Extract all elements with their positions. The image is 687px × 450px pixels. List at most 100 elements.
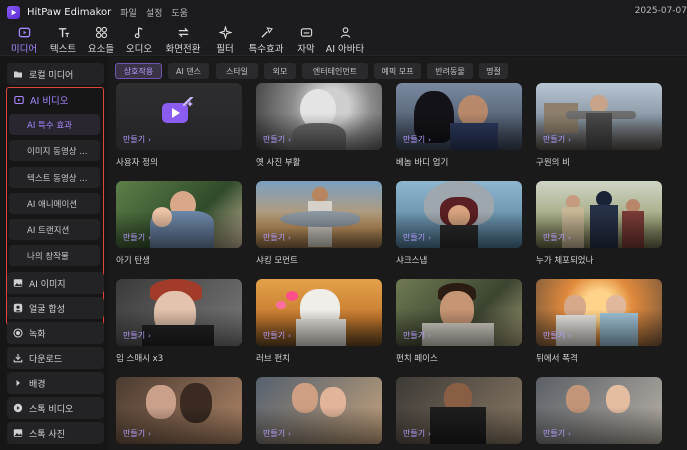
category-chip-pets[interactable]: 반려동물 <box>427 63 473 79</box>
category-chip-epic-morph[interactable]: 예픽 모프 <box>374 63 421 79</box>
sidebar-item-label: 스톡 사진 <box>29 429 65 440</box>
tool-elements[interactable]: 요소들 <box>82 24 120 56</box>
sidebar-item-image-to-video[interactable]: 이미지 동영상 ... <box>9 140 100 161</box>
card-thumbnail: 만들기 › <box>256 181 382 248</box>
make-label: 만들기 <box>263 233 286 242</box>
sidebar-item-my-creations[interactable]: 나의 창작물 <box>9 245 100 266</box>
effect-card-who-is-arrested[interactable]: 만들기 › 누가 체포되었나 <box>536 181 662 266</box>
tool-effects[interactable]: 특수효과 <box>242 24 290 56</box>
effect-card-venom-body[interactable]: 만들기 › 베놈 바디 업기 <box>396 83 522 168</box>
card-thumbnail: 만들기 › <box>536 83 662 150</box>
sidebar-item-label: AI 비디오 <box>30 96 69 107</box>
stock-photo-icon <box>13 428 23 438</box>
tool-ai-avatar[interactable]: AI 아바타 <box>322 24 368 56</box>
menu-help[interactable]: 도움 <box>171 6 188 19</box>
chevron-right-icon: › <box>428 135 431 144</box>
tool-audio[interactable]: 오디오 <box>120 24 158 56</box>
effect-card-row4-4[interactable]: 만들기 › <box>536 377 662 450</box>
chevron-right-icon: › <box>568 135 571 144</box>
ai-video-icon <box>14 95 24 105</box>
make-link[interactable]: 만들기 › <box>543 330 571 341</box>
sidebar-item-label: 다운로드 <box>29 354 63 365</box>
chevron-right-icon: › <box>148 331 151 340</box>
effect-card-shark-snap[interactable]: 만들기 › 샤크스냅 <box>396 181 522 266</box>
chevron-right-icon: › <box>568 429 571 438</box>
sidebar-item-local-media[interactable]: 로컬 미디어 <box>7 63 104 85</box>
make-link[interactable]: 만들기 › <box>263 134 291 145</box>
sidebar-item-label: 녹화 <box>29 329 46 340</box>
make-link[interactable]: 만들기 › <box>403 134 431 145</box>
sidebar-item-text-to-video[interactable]: 텍스트 동영상 ... <box>9 167 100 188</box>
content-area: 상호작용 AI 댄스 스타일 외모 엔터테인먼트 예픽 모프 반려동물 명절 만… <box>108 57 687 450</box>
audio-icon <box>133 26 146 40</box>
category-chip-entertainment[interactable]: 엔터테인먼트 <box>302 63 368 79</box>
make-link[interactable]: 만들기 › <box>403 232 431 243</box>
elements-icon <box>95 26 108 40</box>
make-link[interactable]: 만들기 › <box>263 428 291 439</box>
sidebar-item-stock-video[interactable]: 스톡 비디오 <box>7 397 104 419</box>
sidebar-item-face-swap[interactable]: 얼굴 합성 <box>7 297 104 319</box>
sidebar-item-background[interactable]: 배경 <box>7 372 104 394</box>
make-link[interactable]: 만들기 › <box>263 330 291 341</box>
sidebar-item-ai-image[interactable]: AI 이미지 <box>7 272 104 294</box>
effect-card-row4-1[interactable]: 만들기 › <box>116 377 242 450</box>
card-thumbnail: 만들기 › <box>396 377 522 444</box>
make-link[interactable]: 만들기 › <box>263 232 291 243</box>
sidebar-item-label: 얼굴 합성 <box>29 304 65 315</box>
make-link[interactable]: 만들기 › <box>123 330 151 341</box>
menu-file[interactable]: 파일 <box>120 6 137 19</box>
make-link[interactable]: 만들기 › <box>543 134 571 145</box>
card-thumbnail: 만들기 › <box>116 279 242 346</box>
make-label: 만들기 <box>123 233 146 242</box>
image-icon <box>13 278 23 288</box>
effect-card-shark-moment[interactable]: 만들기 › 샤킹 모먼트 <box>256 181 382 266</box>
make-link[interactable]: 만들기 › <box>123 428 151 439</box>
effect-card-rain-of-salvation[interactable]: 만들기 › 구원의 비 <box>536 83 662 168</box>
effect-card-row4-2[interactable]: 만들기 › <box>256 377 382 450</box>
chevron-right-icon: › <box>568 331 571 340</box>
make-link[interactable]: 만들기 › <box>403 428 431 439</box>
chevron-right-icon: › <box>288 233 291 242</box>
menu-settings[interactable]: 설정 <box>146 6 163 19</box>
sidebar-item-label: AI 이미지 <box>29 279 66 290</box>
sidebar-item-download[interactable]: 다운로드 <box>7 347 104 369</box>
effect-card-punch-face[interactable]: 만들기 › 펀치 페이스 <box>396 279 522 364</box>
tool-transition[interactable]: 화면전환 <box>158 24 208 56</box>
make-link[interactable]: 만들기 › <box>543 232 571 243</box>
make-label: 만들기 <box>403 331 426 340</box>
make-label: 만들기 <box>403 233 426 242</box>
sidebar-item-ai-animation[interactable]: AI 애니메이션 <box>9 193 100 214</box>
sidebar-item-ai-transition[interactable]: AI 트랜지션 <box>9 219 100 240</box>
card-caption: 구원의 비 <box>536 158 570 168</box>
card-caption: 아기 탄생 <box>116 256 150 266</box>
effect-card-old-photo-revival[interactable]: 만들기 › 옛 사진 부활 <box>256 83 382 168</box>
make-label: 만들기 <box>123 429 146 438</box>
media-icon <box>18 26 31 40</box>
sidebar-item-ai-effects[interactable]: AI 특수 효과 <box>9 114 100 135</box>
category-chip-holidays[interactable]: 명절 <box>479 63 508 79</box>
effect-card-love-punch[interactable]: 만들기 › 러브 펀치 <box>256 279 382 364</box>
sidebar-item-stock-photo[interactable]: 스톡 사진 <box>7 422 104 444</box>
sidebar-item-record[interactable]: 녹화 <box>7 322 104 344</box>
tool-media[interactable]: 미디어 <box>4 24 44 56</box>
effect-card-explosion-behind[interactable]: 만들기 › 뒤에서 폭격 <box>536 279 662 364</box>
effect-card-custom[interactable]: 만들기 › 사용자 정의 <box>116 83 242 168</box>
chevron-right-icon: › <box>568 233 571 242</box>
category-chip-interaction[interactable]: 상호작용 <box>115 63 162 79</box>
make-link[interactable]: 만들기 › <box>543 428 571 439</box>
make-link[interactable]: 만들기 › <box>123 232 151 243</box>
tool-filter[interactable]: 필터 <box>208 24 242 56</box>
tool-subtitle[interactable]: 자막 <box>290 24 322 56</box>
category-chip-appearance[interactable]: 외모 <box>264 63 296 79</box>
sidebar-item-ai-video[interactable]: AI 비디오 <box>9 90 100 110</box>
effect-card-row4-3[interactable]: 만들기 › <box>396 377 522 450</box>
effect-card-smash-x3[interactable]: 만들기 › 임 스매시 x3 <box>116 279 242 364</box>
card-thumbnail: 만들기 › <box>536 181 662 248</box>
sidebar-item-label: 로컬 미디어 <box>29 70 74 81</box>
make-link[interactable]: 만들기 › <box>123 134 151 145</box>
category-chip-ai-dance[interactable]: AI 댄스 <box>168 63 209 79</box>
category-chip-style[interactable]: 스타일 <box>216 63 258 79</box>
tool-text[interactable]: 텍스트 <box>44 24 82 56</box>
effect-card-baby-birth[interactable]: 만들기 › 아기 탄생 <box>116 181 242 266</box>
make-link[interactable]: 만들기 › <box>403 330 431 341</box>
